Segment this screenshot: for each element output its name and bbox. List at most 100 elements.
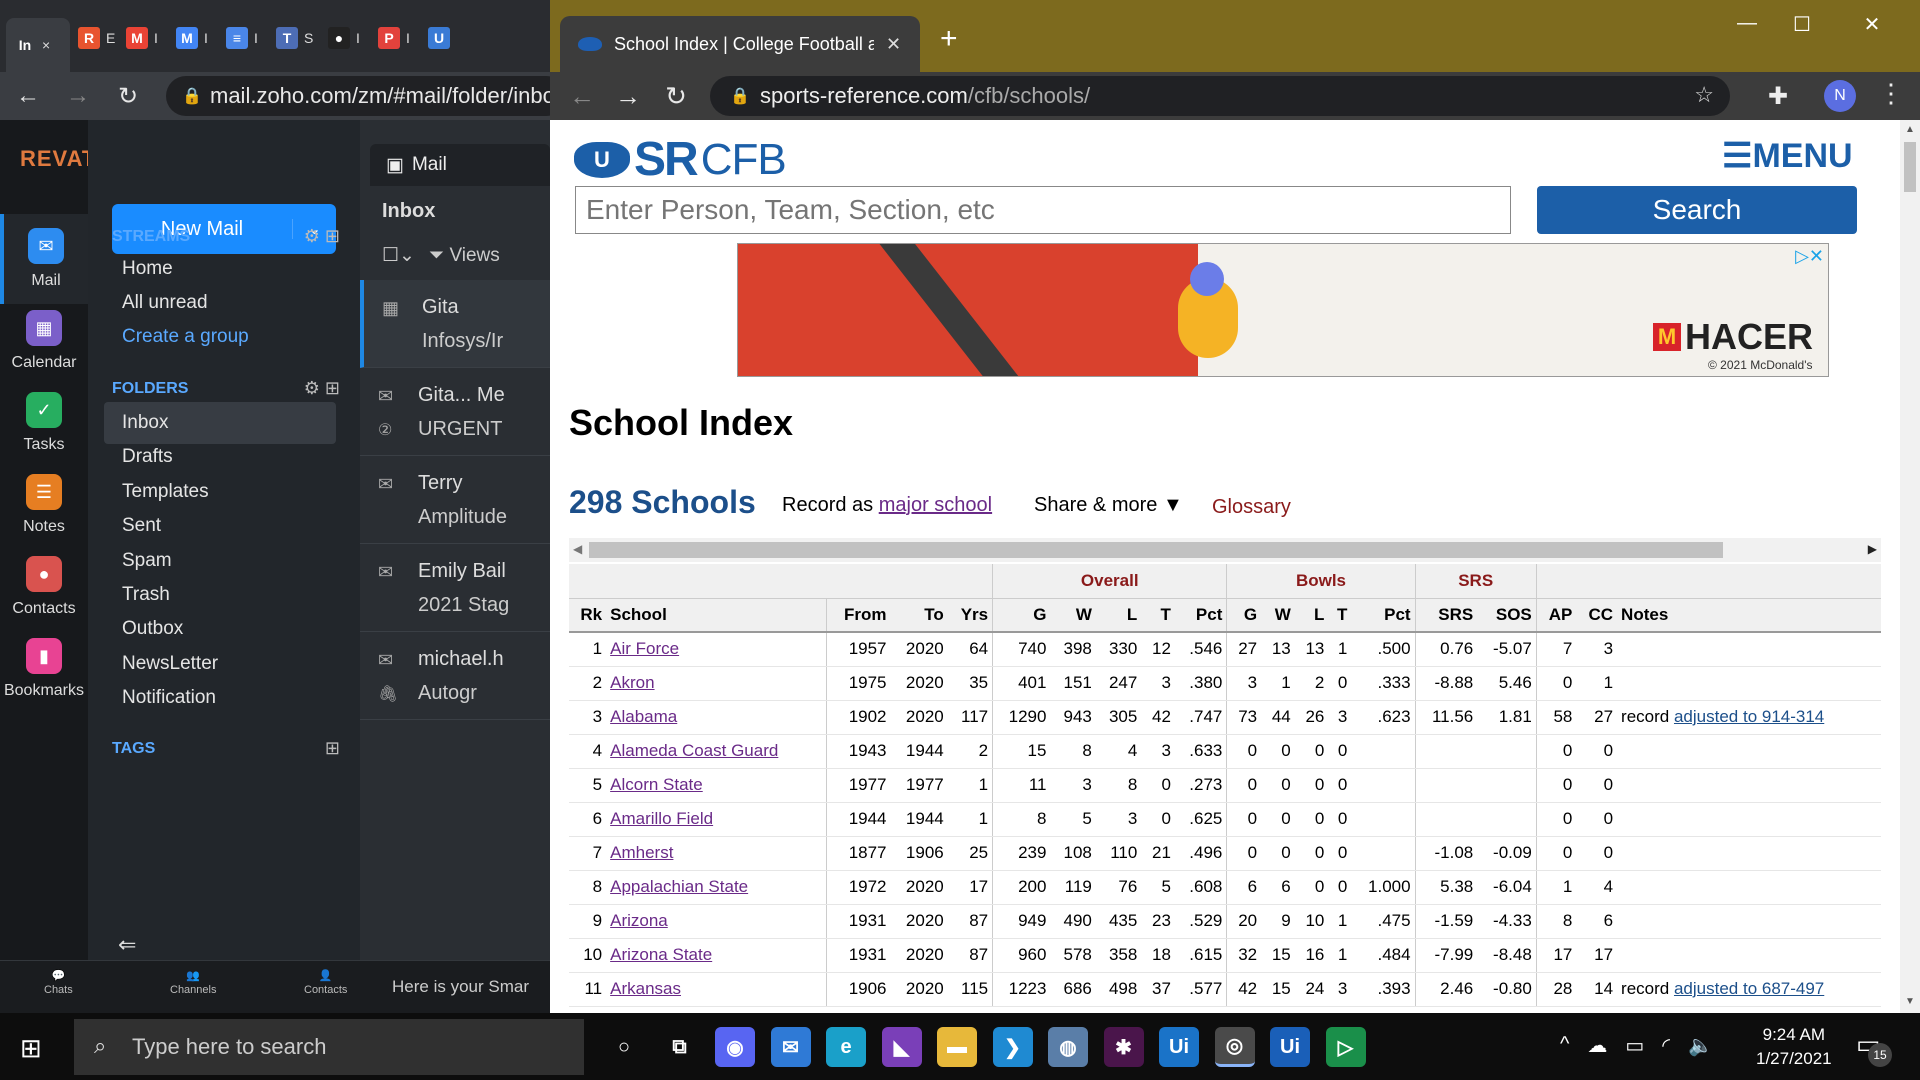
left-tab[interactable]: ≡ I [218, 18, 266, 58]
select-all-checkbox[interactable]: ☐⌄ [382, 244, 415, 267]
taskbar-clock[interactable]: 9:24 AM 1/27/2021 [1756, 1023, 1832, 1071]
column-header[interactable]: G [1226, 598, 1262, 633]
column-header[interactable]: W [1050, 598, 1096, 633]
column-header[interactable]: T [1141, 598, 1175, 633]
mail-list-item[interactable]: ✉ Terry Amplitude [360, 456, 550, 544]
school-link[interactable]: Alcorn State [610, 775, 703, 794]
left-tab[interactable]: MI [118, 18, 166, 58]
mail-list-item[interactable]: ✉ 🖇 michael.h Autogr [360, 632, 550, 720]
slack-icon[interactable]: ✱ [1103, 1027, 1144, 1067]
visual-studio-icon[interactable]: ◣ [881, 1027, 922, 1067]
school-link[interactable]: Amarillo Field [610, 809, 713, 828]
left-tab[interactable]: TS [268, 18, 321, 58]
extensions-puzzle-icon[interactable]: ✚ [1768, 82, 1788, 111]
maximize-icon[interactable]: ☐ [1782, 12, 1822, 37]
left-back-icon[interactable]: ← [14, 82, 42, 110]
mail-list-item[interactable]: ✉ ② Gita... Me URGENT [360, 368, 550, 456]
rail-mail[interactable]: ✉ Mail [0, 214, 88, 304]
mail-list-item[interactable]: ✉ Emily Bail 2021 Stag [360, 544, 550, 632]
column-header[interactable]: CC [1576, 598, 1618, 633]
scroll-up-icon[interactable]: ▲ [1905, 124, 1915, 135]
column-header[interactable]: W [1261, 598, 1295, 633]
major-school-link[interactable]: major school [879, 494, 992, 516]
rail-notes[interactable]: ☰ Notes [0, 460, 88, 550]
tray-chevron-icon[interactable]: ^ [1560, 1033, 1569, 1058]
url-field[interactable]: 🔒 sports-reference.com/cfb/schools/ ☆ [710, 76, 1730, 116]
battery-icon[interactable]: ▭ [1625, 1033, 1644, 1058]
forward-icon[interactable]: → [612, 80, 644, 112]
channels-button[interactable]: 👥 Channels [170, 969, 216, 996]
add-tag-icon[interactable]: ⊞ [325, 738, 340, 759]
contacts-button[interactable]: 👤 Contacts [304, 969, 347, 996]
left-tab[interactable]: RE [70, 18, 123, 58]
column-header[interactable]: L [1294, 598, 1329, 633]
ad-choices-close-icon[interactable]: ▷✕ [1795, 246, 1824, 267]
school-link[interactable]: Arizona State [610, 945, 712, 964]
column-header[interactable]: AP [1535, 598, 1577, 633]
column-header[interactable]: G [992, 598, 1051, 633]
chrome-icon[interactable]: ◎ [1214, 1027, 1255, 1067]
school-link[interactable]: Amherst [610, 843, 673, 862]
school-link[interactable]: Arizona [610, 911, 668, 930]
column-header[interactable]: To [890, 598, 948, 633]
srcfb-logo[interactable]: U SR CFB [574, 132, 787, 187]
taskbar-search-box[interactable]: ⌕ Type here to search [74, 1019, 584, 1075]
left-tab[interactable]: MI [168, 18, 216, 58]
active-tab[interactable]: School Index | College Football a ✕ [560, 16, 920, 72]
new-tab-icon[interactable]: + [940, 22, 958, 56]
left-tab[interactable]: PI [370, 18, 418, 58]
site-menu-button[interactable]: ☰MENU [1722, 136, 1853, 176]
discord-icon[interactable]: ◉ [715, 1027, 755, 1067]
file-explorer-icon[interactable]: ▬ [937, 1027, 977, 1067]
rail-contacts[interactable]: ● Contacts [0, 542, 88, 632]
wifi-icon[interactable]: ◜ [1662, 1033, 1670, 1058]
column-header[interactable]: T [1328, 598, 1352, 633]
uipath-icon[interactable]: Ui [1159, 1027, 1199, 1067]
mail-app-icon[interactable]: ✉ [770, 1027, 811, 1067]
postgres-icon[interactable]: ◍ [1048, 1027, 1088, 1067]
left-tab[interactable]: U [420, 18, 464, 58]
column-header[interactable]: SOS [1477, 598, 1537, 633]
column-header[interactable]: School [606, 598, 827, 633]
page-scroll-thumb[interactable] [1904, 142, 1916, 192]
school-link[interactable]: Alameda Coast Guard [610, 741, 778, 760]
onedrive-icon[interactable]: ☁ [1587, 1033, 1607, 1058]
action-center-icon[interactable]: ▭ 15 [1856, 1029, 1892, 1067]
site-search-button[interactable]: Search [1537, 186, 1857, 234]
views-filter[interactable]: ⏷ Views [429, 245, 500, 267]
site-search-input[interactable] [575, 186, 1511, 234]
left-tab[interactable]: ● I [320, 18, 368, 58]
page-vertical-scrollbar[interactable]: ▲ ▼ [1900, 120, 1920, 1013]
mail-tab[interactable]: ▣ Mail [370, 144, 550, 186]
scroll-left-icon[interactable]: ◀ [573, 542, 582, 556]
column-header[interactable]: Rk [569, 598, 607, 633]
scroll-right-icon[interactable]: ▶ [1868, 542, 1877, 556]
folder-item-notification[interactable]: Notification [104, 677, 336, 719]
column-header[interactable]: Pct [1351, 598, 1416, 633]
column-header[interactable]: SRS [1414, 598, 1478, 633]
scroll-thumb[interactable] [589, 542, 1723, 558]
column-header[interactable]: From [826, 598, 891, 633]
rail-calendar[interactable]: ▦ Calendar [0, 296, 88, 386]
task-view-icon[interactable]: ⧉ [660, 1027, 700, 1067]
column-header[interactable]: Yrs [947, 598, 993, 633]
school-link[interactable]: Air Force [610, 639, 679, 658]
advertisement-banner[interactable]: M HACER © 2021 McDonald's ▷✕ [737, 243, 1829, 377]
left-url-field[interactable]: 🔒 mail.zoho.com/zm/#mail/folder/inbo [166, 76, 550, 116]
collapse-icon[interactable]: ⇐ [118, 932, 136, 958]
cortana-icon[interactable]: ○ [604, 1027, 644, 1067]
volume-icon[interactable]: 🔈 [1688, 1033, 1713, 1058]
column-header[interactable]: Pct [1174, 598, 1227, 633]
windows-start-icon[interactable]: ⊞ [20, 1033, 42, 1064]
streams-settings-icon[interactable]: ⚙ ⊞ [304, 226, 340, 247]
scroll-down-icon[interactable]: ▼ [1905, 996, 1915, 1007]
column-header[interactable]: L [1095, 598, 1142, 633]
back-icon[interactable]: ← [566, 80, 598, 112]
notes-link[interactable]: adjusted to 687-497 [1674, 979, 1824, 998]
rail-bookmarks[interactable]: ▮ Bookmarks [0, 624, 88, 714]
edge-icon[interactable]: e [826, 1027, 866, 1067]
vscode-icon[interactable]: ❯ [992, 1027, 1033, 1067]
media-player-icon[interactable]: ▷ [1325, 1027, 1366, 1067]
mail-list-item[interactable]: ▦ Gita Infosys/Ir [360, 280, 550, 368]
chats-button[interactable]: 💬 Chats [44, 969, 73, 996]
